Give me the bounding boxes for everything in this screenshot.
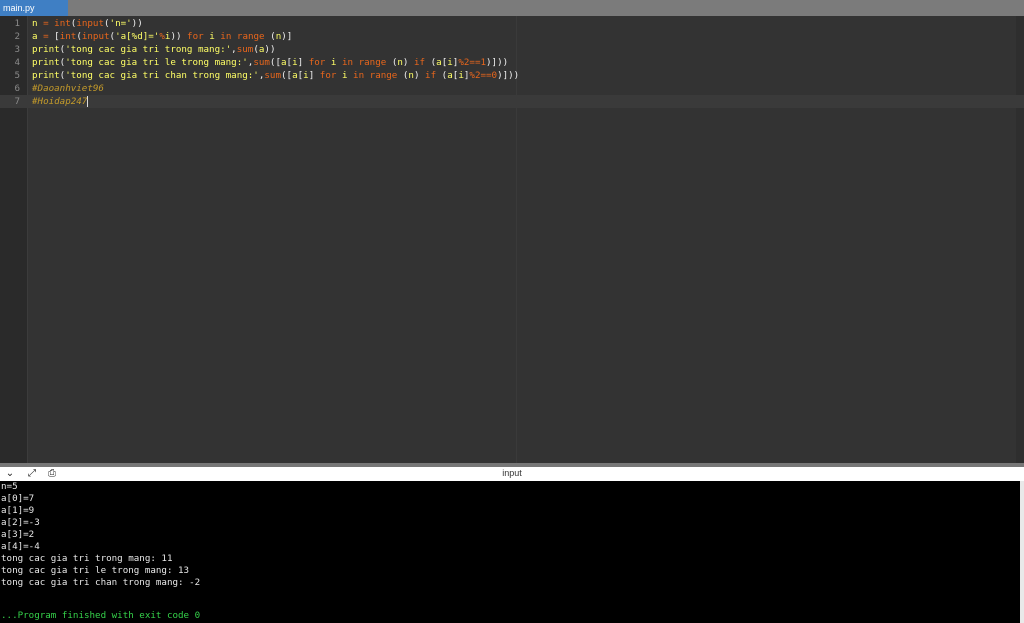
console-line: tong cac gia tri trong mang: 11 [1,553,173,564]
tab-main-py[interactable]: main.py [0,0,68,16]
code-text: a = [int(input('a[%d]='%i)) for i in ran… [32,31,293,42]
code-text: n = int(input('n=')) [32,18,143,29]
console-scrollbar[interactable] [1020,481,1024,623]
code-line[interactable]: 2 a = [int(input('a[%d]='%i)) for i in r… [0,30,1024,43]
code-text: print('tong cac gia tri trong mang:',sum… [32,44,276,55]
console-line: a[1]=9 [1,505,35,516]
console-line: tong cac gia tri le trong mang: 13 [1,565,190,576]
line-number: 1 [14,18,20,29]
code-line-active[interactable]: 7 #Hoidap247 [0,95,1024,108]
console-line: tong cac gia tri chan trong mang: -2 [1,577,201,588]
console-line: a[3]=2 [1,529,35,540]
code-line[interactable]: 5 print('tong cac gia tri chan trong man… [0,69,1024,82]
console-line: a[0]=7 [1,493,35,504]
code-line[interactable]: 3 print('tong cac gia tri trong mang:',s… [0,43,1024,56]
code-text: print('tong cac gia tri le trong mang:',… [32,57,509,68]
code-line[interactable]: 4 print('tong cac gia tri le trong mang:… [0,56,1024,69]
line-number: 5 [14,70,20,81]
code-text: print('tong cac gia tri chan trong mang:… [32,70,520,81]
line-number: 4 [14,57,20,68]
code-line[interactable]: 1 n = int(input('n=')) [0,17,1024,30]
text-cursor [87,96,89,107]
console-output[interactable]: n=5 a[0]=7 a[1]=9 a[2]=-3 a[3]=2 a[4]=-4… [0,481,1020,623]
io-panel-header: ⌄ ⤢ ⎙ input [0,467,1024,481]
panel-title: input [502,468,522,478]
console-line: a[2]=-3 [1,517,40,528]
tab-bar: main.py [0,0,1024,16]
console-line: n=5 [1,481,18,492]
line-number: 6 [14,83,20,94]
code-comment: #Hoidap247 [32,96,88,107]
code-editor[interactable]: 1 n = int(input('n=')) 2 a = [int(input(… [0,16,1024,463]
line-number: 2 [14,31,20,42]
line-number: 7 [14,96,20,107]
code-line[interactable]: 6 #Daoanhviet96 [0,82,1024,95]
console-line: a[4]=-4 [1,541,40,552]
exit-status: ...Program finished with exit code 0 [1,610,201,621]
code-comment: #Daoanhviet96 [32,83,104,94]
line-number: 3 [14,44,20,55]
